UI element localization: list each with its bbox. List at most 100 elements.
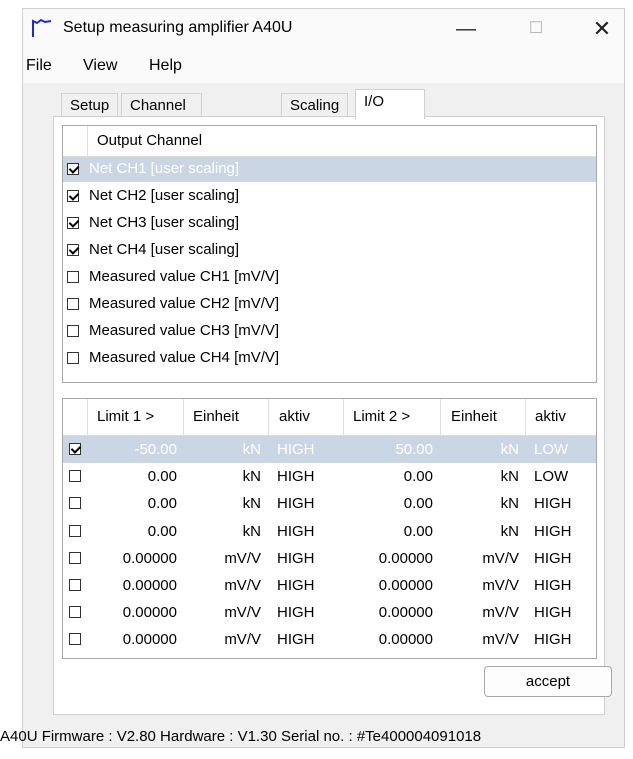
menu-file[interactable]: File bbox=[26, 57, 52, 75]
col-aktiv1: aktiv bbox=[279, 408, 310, 425]
output-channel-item[interactable]: Measured value CH4 [mV/V] bbox=[63, 346, 596, 371]
unit1-cell[interactable]: kN bbox=[193, 495, 261, 512]
limit-row-checkbox[interactable] bbox=[69, 524, 81, 537]
title-bar[interactable]: Setup measuring amplifier A40U — ☐ ✕ bbox=[23, 9, 624, 49]
limit1-cell[interactable]: 0.00 bbox=[97, 468, 177, 485]
limit1-cell[interactable]: 0.00 bbox=[97, 523, 177, 540]
aktiv2-cell[interactable]: HIGH bbox=[534, 495, 594, 512]
aktiv1-cell[interactable]: HIGH bbox=[277, 468, 337, 485]
limit-row-checkbox[interactable] bbox=[69, 470, 81, 483]
unit1-cell[interactable]: mV/V bbox=[193, 604, 261, 621]
aktiv1-cell[interactable]: HIGH bbox=[277, 631, 337, 648]
output-channel-checkbox[interactable] bbox=[67, 244, 79, 256]
accept-button[interactable]: accept bbox=[484, 666, 612, 697]
app-signal-icon bbox=[32, 18, 52, 37]
menu-view[interactable]: View bbox=[83, 57, 117, 75]
limit2-cell[interactable]: 0.00 bbox=[353, 523, 433, 540]
aktiv2-cell[interactable]: HIGH bbox=[534, 631, 594, 648]
limit1-cell[interactable]: 0.00000 bbox=[97, 631, 177, 648]
limit-row-checkbox[interactable] bbox=[69, 443, 81, 455]
tab-channel-activation[interactable]: Channel activation bbox=[121, 93, 203, 138]
limit1-cell[interactable]: 0.00000 bbox=[97, 604, 177, 621]
limits-row[interactable]: 0.00000 mV/V HIGH 0.00000 mV/V HIGH bbox=[63, 626, 596, 653]
output-channel-item[interactable]: Measured value CH2 [mV/V] bbox=[63, 292, 596, 317]
minimize-button[interactable]: — bbox=[443, 12, 489, 46]
limits-row[interactable]: 0.00000 mV/V HIGH 0.00000 mV/V HIGH bbox=[63, 599, 596, 626]
output-channel-checkbox[interactable] bbox=[67, 271, 79, 283]
aktiv1-cell[interactable]: HIGH bbox=[277, 550, 337, 567]
limits-row[interactable]: 0.00000 mV/V HIGH 0.00000 mV/V HIGH bbox=[63, 545, 596, 572]
limit2-cell[interactable]: 0.00000 bbox=[353, 550, 433, 567]
unit2-cell[interactable]: kN bbox=[451, 523, 519, 540]
limit2-cell[interactable]: 0.00 bbox=[353, 468, 433, 485]
aktiv2-cell[interactable]: LOW bbox=[534, 441, 594, 458]
output-channel-checkbox[interactable] bbox=[67, 190, 79, 202]
output-channel-item[interactable]: Net CH1 [user scaling] bbox=[63, 157, 596, 182]
aktiv1-cell[interactable]: HIGH bbox=[277, 577, 337, 594]
aktiv1-cell[interactable]: HIGH bbox=[277, 495, 337, 512]
limit1-cell[interactable]: 0.00000 bbox=[97, 577, 177, 594]
aktiv2-cell[interactable]: HIGH bbox=[534, 550, 594, 567]
unit1-cell[interactable]: mV/V bbox=[193, 577, 261, 594]
limit2-cell[interactable]: 50.00 bbox=[353, 441, 433, 458]
output-channel-checkbox[interactable] bbox=[67, 217, 79, 229]
unit2-cell[interactable]: mV/V bbox=[451, 604, 519, 621]
limits-row[interactable]: 0.00 kN HIGH 0.00 kN HIGH bbox=[63, 518, 596, 545]
limit2-cell[interactable]: 0.00000 bbox=[353, 577, 433, 594]
output-channel-item[interactable]: Measured value CH1 [mV/V] bbox=[63, 265, 596, 290]
output-channel-checkbox[interactable] bbox=[67, 163, 79, 175]
unit2-cell[interactable]: kN bbox=[451, 495, 519, 512]
menu-help[interactable]: Help bbox=[149, 57, 182, 75]
output-channel-item[interactable]: Net CH2 [user scaling] bbox=[63, 184, 596, 209]
limit-row-checkbox[interactable] bbox=[69, 606, 81, 619]
limit2-cell[interactable]: 0.00000 bbox=[353, 631, 433, 648]
tab-setup[interactable]: Setup bbox=[61, 93, 119, 117]
output-channel-item[interactable]: Measured value CH3 [mV/V] bbox=[63, 319, 596, 344]
output-channel-checkbox[interactable] bbox=[67, 325, 79, 337]
limit1-cell[interactable]: 0.00 bbox=[97, 495, 177, 512]
unit1-cell[interactable]: kN bbox=[193, 441, 261, 458]
output-channel-label: Net CH1 [user scaling] bbox=[89, 160, 240, 177]
output-channel-item[interactable]: Net CH4 [user scaling] bbox=[63, 238, 596, 263]
aktiv2-cell[interactable]: HIGH bbox=[534, 523, 594, 540]
output-channel-list[interactable]: Output Channel Net CH1 [user scaling] Net… bbox=[62, 125, 597, 383]
io-panel: Output Channel Net CH1 [user scaling] Net… bbox=[53, 116, 612, 715]
unit2-cell[interactable]: mV/V bbox=[451, 631, 519, 648]
limits-row[interactable]: 0.00 kN HIGH 0.00 kN LOW bbox=[63, 463, 596, 490]
unit1-cell[interactable]: mV/V bbox=[193, 631, 261, 648]
output-channel-item[interactable]: Net CH3 [user scaling] bbox=[63, 211, 596, 236]
aktiv2-cell[interactable]: HIGH bbox=[534, 577, 594, 594]
unit1-cell[interactable]: kN bbox=[193, 523, 261, 540]
setup-window: Setup measuring amplifier A40U — ☐ ✕ Fil… bbox=[22, 8, 625, 748]
limit2-cell[interactable]: 0.00000 bbox=[353, 604, 433, 621]
unit2-cell[interactable]: mV/V bbox=[451, 550, 519, 567]
limits-row[interactable]: 0.00000 mV/V HIGH 0.00000 mV/V HIGH bbox=[63, 572, 596, 599]
limits-row[interactable]: 0.00 kN HIGH 0.00 kN HIGH bbox=[63, 490, 596, 517]
aktiv1-cell[interactable]: HIGH bbox=[277, 523, 337, 540]
tab-scaling[interactable]: Scaling bbox=[281, 93, 349, 117]
close-button[interactable]: ✕ bbox=[579, 12, 625, 46]
limit1-cell[interactable]: 0.00000 bbox=[97, 550, 177, 567]
unit1-cell[interactable]: mV/V bbox=[193, 550, 261, 567]
output-channel-checkbox[interactable] bbox=[67, 298, 79, 310]
limit2-cell[interactable]: 0.00 bbox=[353, 495, 433, 512]
unit2-cell[interactable]: kN bbox=[451, 441, 519, 458]
aktiv1-cell[interactable]: HIGH bbox=[277, 604, 337, 621]
unit1-cell[interactable]: kN bbox=[193, 468, 261, 485]
maximize-button[interactable]: ☐ bbox=[513, 12, 559, 46]
limit1-cell[interactable]: -50.00 bbox=[97, 441, 177, 458]
limit-row-checkbox[interactable] bbox=[69, 579, 81, 591]
unit2-cell[interactable]: mV/V bbox=[451, 577, 519, 594]
aktiv2-cell[interactable]: LOW bbox=[534, 468, 594, 485]
tab-io[interactable]: I/O bbox=[355, 89, 425, 119]
col-limit2: Limit 2 > bbox=[353, 408, 411, 425]
limit-row-checkbox[interactable] bbox=[69, 497, 81, 510]
unit2-cell[interactable]: kN bbox=[451, 468, 519, 485]
aktiv1-cell[interactable]: HIGH bbox=[277, 441, 337, 458]
output-channel-checkbox[interactable] bbox=[67, 352, 79, 364]
limit-row-checkbox[interactable] bbox=[69, 551, 81, 564]
limits-grid[interactable]: Limit 1 > Einheit aktiv Limit 2 > Einhei… bbox=[62, 398, 597, 659]
limit-row-checkbox[interactable] bbox=[69, 633, 81, 646]
limits-row[interactable]: -50.00 kN HIGH 50.00 kN LOW bbox=[63, 436, 596, 463]
aktiv2-cell[interactable]: HIGH bbox=[534, 604, 594, 621]
